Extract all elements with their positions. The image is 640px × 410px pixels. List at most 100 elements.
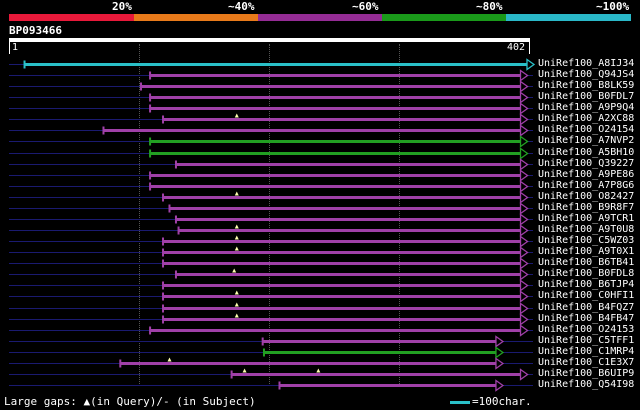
hit-label[interactable]: UniRef100_B6UIP9 bbox=[538, 369, 634, 379]
hit-row[interactable] bbox=[9, 102, 533, 115]
hit-label[interactable]: UniRef100_O24154 bbox=[538, 125, 634, 135]
hit-row[interactable] bbox=[9, 147, 533, 160]
hit-label[interactable]: UniRef100_C1E3X7 bbox=[538, 358, 634, 368]
hit-end-arrow-icon bbox=[519, 368, 529, 381]
hit-row[interactable] bbox=[9, 169, 533, 182]
hit-label[interactable]: UniRef100_Q39227 bbox=[538, 159, 634, 169]
hit-row[interactable] bbox=[9, 91, 533, 104]
hit-label[interactable]: UniRef100_C5TFF1 bbox=[538, 336, 634, 346]
hit-row[interactable] bbox=[9, 268, 533, 281]
hit-end-arrow-icon bbox=[519, 235, 529, 248]
hit-label[interactable]: UniRef100_O24153 bbox=[538, 325, 634, 335]
hit-label[interactable]: UniRef100_A7P8G6 bbox=[538, 181, 634, 191]
hit-label[interactable]: UniRef100_A9PE86 bbox=[538, 170, 634, 180]
hit-row[interactable] bbox=[9, 335, 533, 348]
hit-label[interactable]: UniRef100_C1MRP4 bbox=[538, 347, 634, 357]
hit-alignment-bar bbox=[163, 240, 522, 243]
hit-label[interactable]: UniRef100_A9TCR1 bbox=[538, 214, 634, 224]
query-gap-marker-icon bbox=[316, 368, 321, 373]
hit-end-arrow-icon bbox=[519, 135, 529, 148]
hit-row[interactable] bbox=[9, 302, 533, 315]
hit-start-tick bbox=[230, 370, 233, 379]
hit-alignment-bar bbox=[175, 218, 522, 221]
hit-row[interactable] bbox=[9, 124, 533, 137]
hit-end-arrow-icon bbox=[519, 268, 529, 281]
hit-row[interactable] bbox=[9, 213, 533, 226]
hit-end-arrow-icon bbox=[519, 224, 529, 237]
hit-row[interactable] bbox=[9, 113, 533, 126]
hit-end-arrow-icon bbox=[519, 147, 529, 160]
hit-row[interactable] bbox=[9, 224, 533, 237]
hit-start-tick bbox=[149, 171, 152, 180]
hit-row[interactable] bbox=[9, 135, 533, 148]
hit-end-arrow-icon bbox=[519, 69, 529, 82]
hit-alignment-bar bbox=[231, 373, 522, 376]
hit-end-arrow-icon bbox=[519, 257, 529, 270]
hit-row[interactable] bbox=[9, 279, 533, 292]
hit-alignment-bar bbox=[262, 340, 497, 343]
hit-start-tick bbox=[149, 104, 152, 113]
hit-row[interactable] bbox=[9, 180, 533, 193]
hit-label[interactable]: UniRef100_Q94JS4 bbox=[538, 70, 634, 80]
hit-label[interactable]: UniRef100_B0FDL7 bbox=[538, 92, 634, 102]
hit-start-tick bbox=[262, 348, 265, 357]
hit-start-tick bbox=[149, 71, 152, 80]
query-gap-marker-icon bbox=[234, 313, 239, 318]
hit-end-arrow-icon bbox=[495, 346, 505, 359]
hit-row[interactable] bbox=[9, 58, 536, 71]
hit-row[interactable] bbox=[9, 346, 533, 359]
hit-alignment-bar bbox=[163, 262, 522, 265]
hit-label[interactable]: UniRef100_B0FDL8 bbox=[538, 269, 634, 279]
hit-label[interactable]: UniRef100_C5WZ03 bbox=[538, 236, 634, 246]
hit-label[interactable]: UniRef100_B9R8F7 bbox=[538, 203, 634, 213]
hit-row[interactable] bbox=[9, 368, 533, 381]
hit-row[interactable] bbox=[9, 235, 533, 248]
hit-label[interactable]: UniRef100_A9P9Q4 bbox=[538, 103, 634, 113]
hit-label[interactable]: UniRef100_B4FB47 bbox=[538, 314, 634, 324]
hit-start-tick bbox=[174, 215, 177, 224]
hit-start-tick bbox=[162, 248, 165, 257]
hit-alignment-bar bbox=[141, 85, 522, 88]
hit-row[interactable] bbox=[9, 80, 533, 93]
hit-row[interactable] bbox=[9, 290, 533, 303]
hit-row[interactable] bbox=[9, 313, 533, 326]
hit-row[interactable] bbox=[9, 158, 533, 171]
hit-label[interactable]: UniRef100_A9T0U8 bbox=[538, 225, 634, 235]
hit-alignment-bar bbox=[150, 96, 522, 99]
hit-row[interactable] bbox=[9, 257, 533, 270]
hit-alignment-bar bbox=[279, 384, 497, 387]
hit-label[interactable]: UniRef100_A5BH10 bbox=[538, 148, 634, 158]
hit-label[interactable]: UniRef100_B4FQZ7 bbox=[538, 303, 634, 313]
hit-alignment-bar bbox=[163, 251, 522, 254]
hit-start-tick bbox=[162, 259, 165, 268]
hit-row[interactable] bbox=[9, 69, 533, 82]
hit-row[interactable] bbox=[9, 191, 533, 204]
hit-start-tick bbox=[177, 226, 180, 235]
hit-row[interactable] bbox=[9, 357, 533, 370]
hit-label[interactable]: UniRef100_O82427 bbox=[538, 192, 634, 202]
hit-label[interactable]: UniRef100_B6TJP4 bbox=[538, 280, 634, 290]
hit-label[interactable]: UniRef100_A8IJ34 bbox=[538, 59, 634, 69]
hit-label[interactable]: UniRef100_B8LK59 bbox=[538, 81, 634, 91]
hit-label[interactable]: UniRef100_A2XC88 bbox=[538, 114, 634, 124]
query-gap-marker-icon bbox=[234, 246, 239, 251]
hit-label[interactable]: UniRef100_B6TB41 bbox=[538, 258, 634, 268]
hit-row[interactable] bbox=[9, 246, 533, 259]
hit-row[interactable] bbox=[9, 324, 533, 337]
hit-start-tick bbox=[162, 315, 165, 324]
hit-row[interactable] bbox=[9, 379, 533, 392]
hit-start-tick bbox=[149, 137, 152, 146]
hit-label[interactable]: UniRef100_A7NVP2 bbox=[538, 136, 634, 146]
hit-alignment-bar bbox=[163, 295, 522, 298]
hit-start-tick bbox=[162, 304, 165, 313]
hit-start-tick bbox=[140, 82, 143, 91]
hit-alignment-bar bbox=[24, 63, 529, 66]
hit-label[interactable]: UniRef100_C0HFI1 bbox=[538, 291, 634, 301]
hit-row[interactable] bbox=[9, 202, 533, 215]
hit-label[interactable]: UniRef100_A9T0X1 bbox=[538, 247, 634, 257]
hit-end-arrow-icon bbox=[519, 91, 529, 104]
hit-end-arrow-icon bbox=[519, 279, 529, 292]
hit-alignment-bar bbox=[120, 362, 497, 365]
hit-label[interactable]: UniRef100_Q54I98 bbox=[538, 380, 634, 390]
hit-start-tick bbox=[174, 160, 177, 169]
